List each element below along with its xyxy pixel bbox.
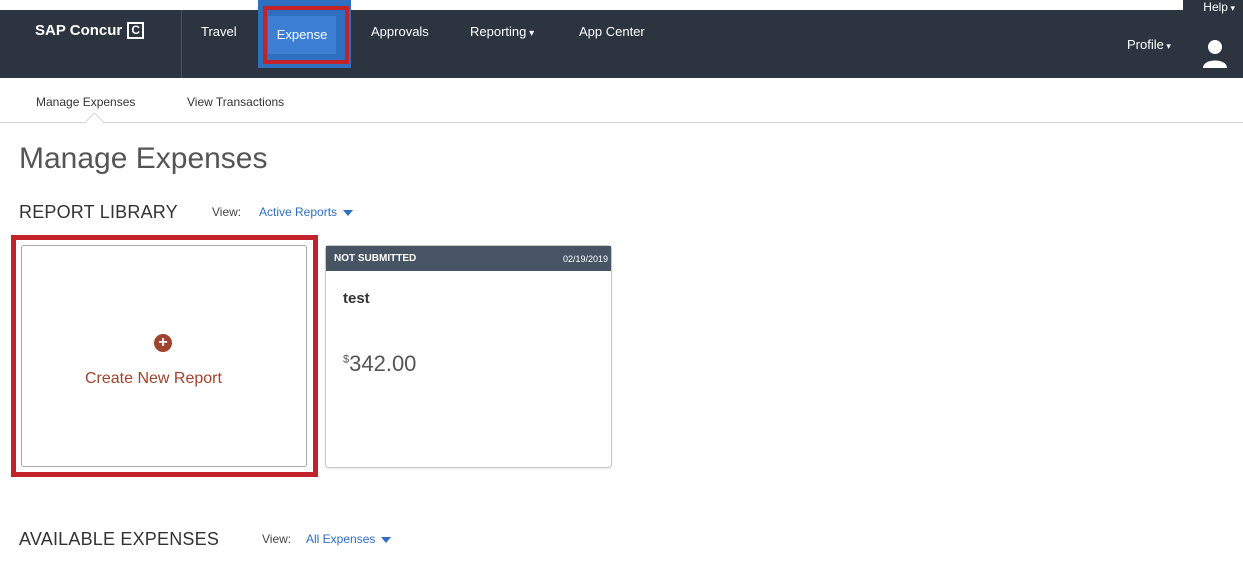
dropdown-dot-icon: ▾ <box>526 28 535 39</box>
nav-item-travel[interactable]: Travel <box>201 24 237 39</box>
report-name[interactable]: test <box>343 290 370 307</box>
caret-down-icon <box>343 209 354 216</box>
highlight-box-create-report <box>11 235 318 477</box>
report-library-view-value: Active Reports <box>259 205 338 219</box>
report-library-title: REPORT LIBRARY <box>19 202 178 222</box>
top-navigation-bar <box>0 10 1243 78</box>
page-title: Manage Expenses <box>19 142 268 175</box>
status-badge: NOT SUBMITTED <box>334 253 417 264</box>
subnav-item-manage-expenses[interactable]: Manage Expenses <box>36 95 135 109</box>
nav-item-approvals[interactable]: Approvals <box>371 24 429 39</box>
available-expenses-view-dropdown[interactable]: All Expenses <box>306 532 392 546</box>
profile-menu[interactable]: Profile ▾ <box>1127 37 1171 52</box>
nav-item-reporting[interactable]: Reporting ▾ <box>470 24 534 39</box>
profile-label: Profile <box>1127 37 1164 52</box>
concur-logo-icon: C <box>127 22 145 39</box>
nav-item-app-center[interactable]: App Center <box>579 24 645 39</box>
report-date: 02/19/2019 <box>563 254 609 264</box>
help-menu[interactable]: Help ▾ <box>1183 0 1243 18</box>
brand-logo[interactable]: SAP Concur C <box>35 22 145 39</box>
report-library-view-dropdown[interactable]: Active Reports <box>259 205 354 219</box>
dropdown-dot-icon: ▾ <box>1163 41 1171 51</box>
create-new-report-label[interactable]: Create New Report <box>85 370 222 388</box>
help-label: Help <box>1203 0 1228 14</box>
subnav-item-view-transactions[interactable]: View Transactions <box>187 95 284 109</box>
caret-down-icon <box>381 536 392 543</box>
highlight-box-expense <box>263 6 349 64</box>
report-library-view-label: View: <box>212 205 242 219</box>
avatar-icon[interactable] <box>1201 38 1229 70</box>
available-expenses-view-label: View: <box>262 532 292 546</box>
plus-circle-icon: + <box>154 334 172 352</box>
available-expenses-view-value: All Expenses <box>306 532 376 546</box>
brand-name: SAP Concur <box>35 22 123 39</box>
report-amount-value: 342.00 <box>349 351 417 376</box>
available-expenses-title: AVAILABLE EXPENSES <box>19 529 220 549</box>
nav-item-reporting-label: Reporting <box>470 24 527 39</box>
nav-divider <box>181 10 182 78</box>
report-amount: $342.00 <box>343 351 416 377</box>
dropdown-dot-icon: ▾ <box>1227 3 1235 13</box>
